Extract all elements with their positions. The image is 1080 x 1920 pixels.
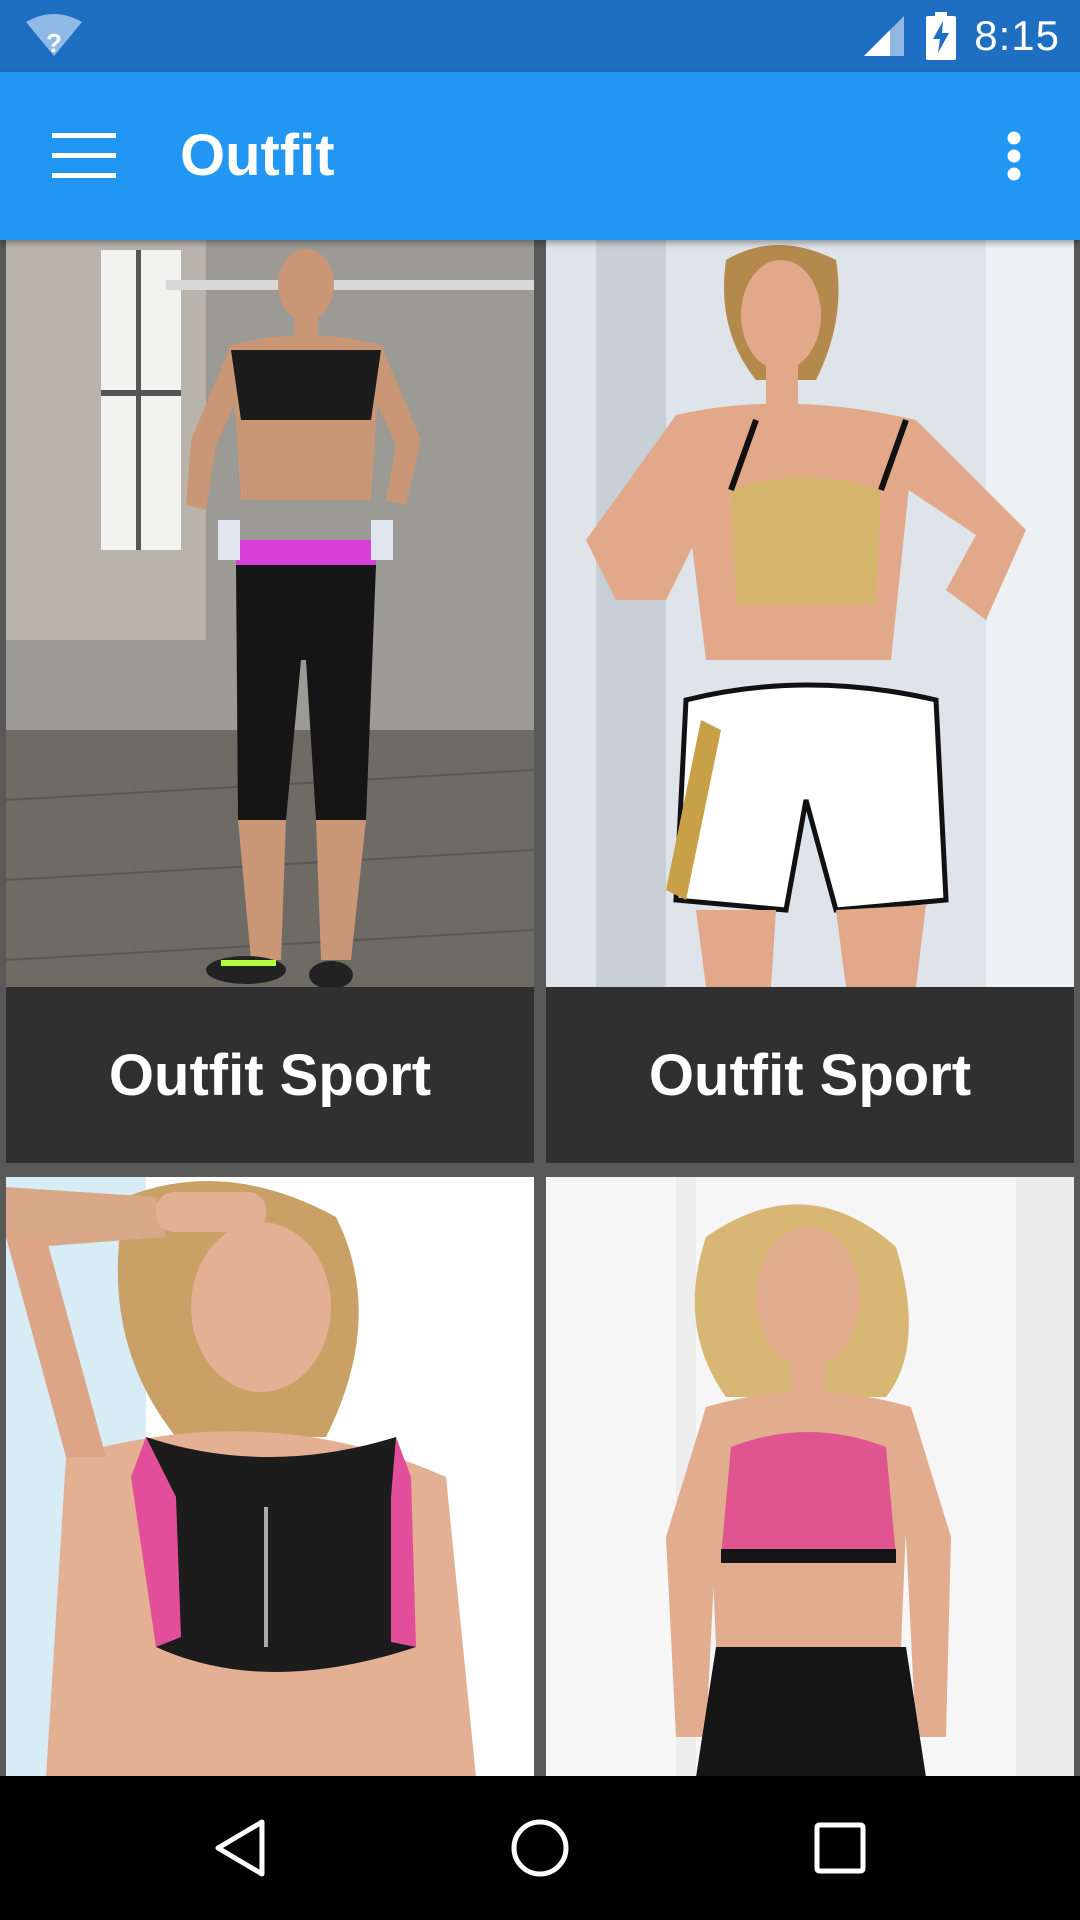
- app-bar: Outfit: [0, 72, 1080, 240]
- outfit-photo: [546, 1177, 1074, 1776]
- menu-button[interactable]: [40, 116, 128, 196]
- recents-square-icon: [814, 1822, 866, 1874]
- outfit-photo: [546, 240, 1074, 987]
- outfit-card[interactable]: Outfit Sport: [546, 240, 1074, 1163]
- outfit-card[interactable]: Outfit Sport: [6, 240, 534, 1163]
- cell-signal-icon: [864, 16, 905, 56]
- page-title: Outfit: [180, 123, 335, 188]
- navigation-bar: [0, 1776, 1080, 1920]
- status-time: 8:15: [974, 12, 1060, 59]
- status-bar: ? 8:15: [0, 0, 1080, 72]
- overflow-menu-button[interactable]: [978, 116, 1050, 196]
- outfit-photo: [6, 240, 534, 987]
- back-button[interactable]: [190, 1798, 290, 1898]
- outfit-caption: Outfit Sport: [6, 987, 534, 1163]
- wifi-badge: ?: [46, 28, 62, 58]
- outfit-card[interactable]: [6, 1177, 534, 1776]
- outfit-grid: Outfit Sport Outfit Sport: [0, 240, 1080, 1776]
- hamburger-menu-icon: [52, 133, 116, 178]
- home-circle-icon: [511, 1819, 569, 1877]
- outfit-caption: Outfit Sport: [546, 987, 1074, 1163]
- back-triangle-icon: [215, 1819, 265, 1877]
- home-button[interactable]: [490, 1798, 590, 1898]
- battery-charging-icon: [926, 12, 957, 60]
- recents-button[interactable]: [790, 1798, 890, 1898]
- wifi-unknown-icon: ?: [26, 14, 82, 58]
- outfit-photo: [6, 1177, 534, 1776]
- outfit-card[interactable]: [546, 1177, 1074, 1776]
- status-indicators: 8:15: [860, 0, 1060, 72]
- more-vert-icon: [1007, 131, 1021, 181]
